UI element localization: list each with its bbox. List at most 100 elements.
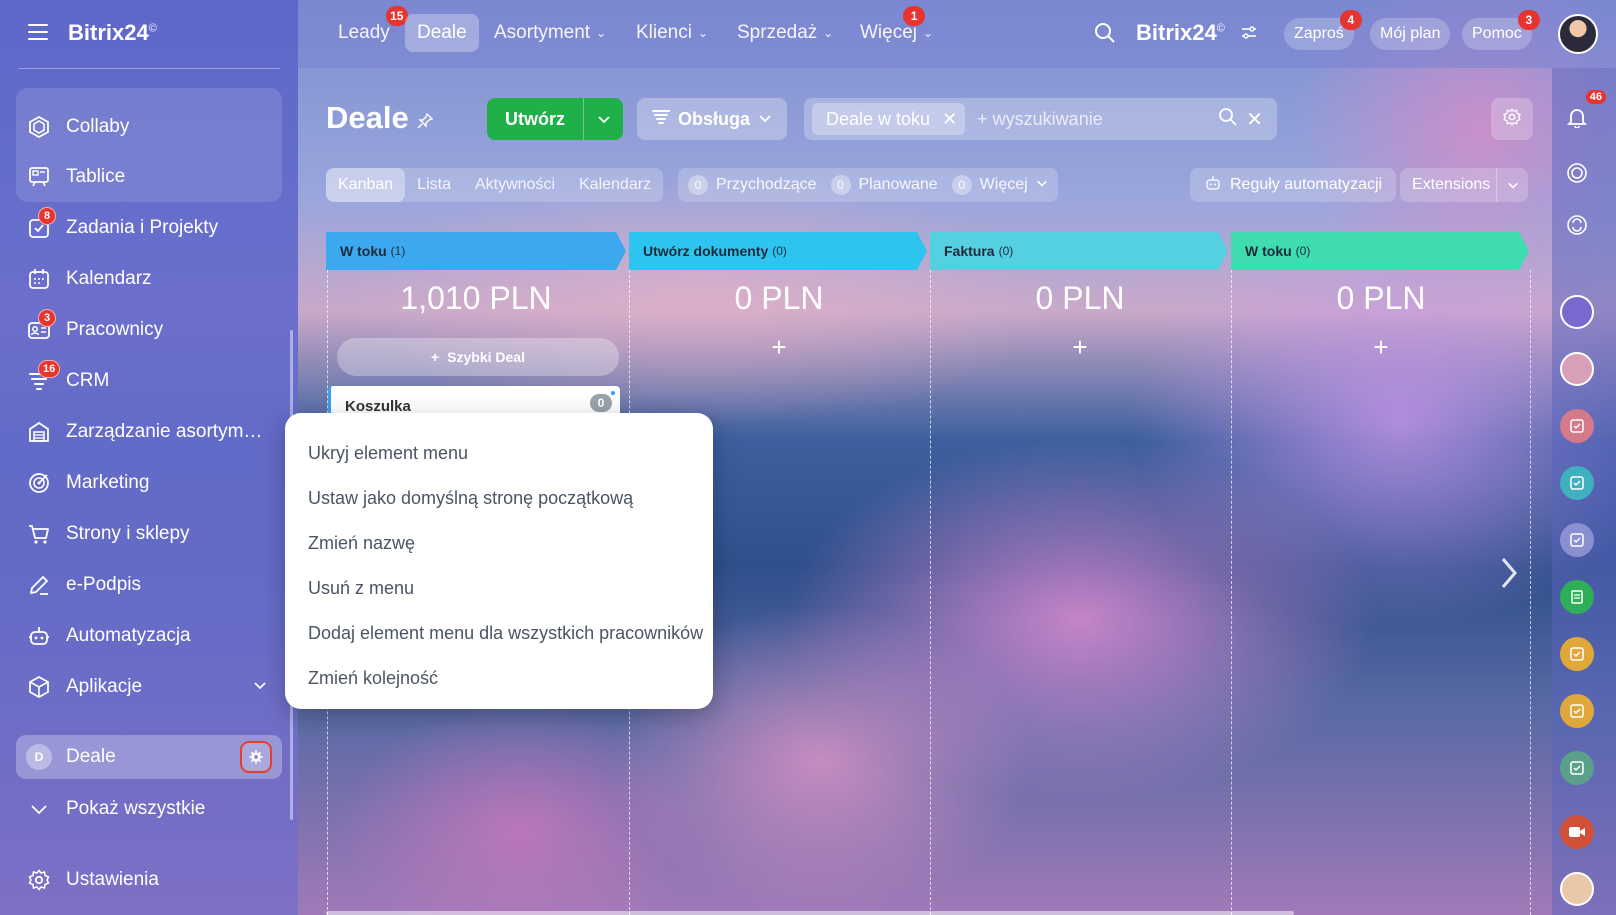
filter-chip[interactable]: Deale w toku ✕ [812,103,966,135]
task-check-icon[interactable] [1560,523,1594,557]
contact-avatar-icon[interactable] [1560,872,1594,906]
brand-logo: Bitrix24© [1136,20,1225,45]
extensions-button[interactable]: Extensions [1400,168,1528,202]
counter-planned[interactable]: 0 Planowane [830,175,938,195]
search-icon[interactable] [1094,22,1116,49]
view-lista[interactable]: Lista [405,168,463,202]
nav-klienci[interactable]: Klienci ⌄ [624,14,720,52]
kanban-horizontal-scrollbar[interactable] [326,911,1294,915]
menu-item-rename[interactable]: Zmień nazwę [285,521,713,566]
column-sum: 0 PLN [734,280,824,316]
chevron-down-icon[interactable] [1496,168,1528,202]
task-check-icon[interactable] [1560,409,1594,443]
sidebar-item-inventory[interactable]: Zarządzanie asortymen... [16,410,282,454]
context-menu: Ukryj element menu Ustaw jako domyślną s… [285,413,713,709]
sidebar-item-collaby[interactable]: Collaby [16,105,282,149]
target-icon[interactable] [1560,156,1594,190]
menu-item-set-default[interactable]: Ustaw jako domyślną stronę początkową [285,476,713,521]
user-avatar[interactable] [1558,14,1598,54]
nav-leady[interactable]: Leady 15 [326,6,408,52]
sidebar-item-kalendarz[interactable]: Kalendarz [16,257,282,301]
view-switcher: Kanban Lista Aktywności Kalendarz [326,168,664,202]
task-check-icon[interactable] [1560,751,1594,785]
kanban-settings-button[interactable] [1491,98,1533,140]
chevron-down-icon[interactable] [583,98,623,140]
column-header[interactable]: Utwórz dokumenty (0) [629,232,787,270]
sidebar-item-epodpis[interactable]: e-Podpis [16,563,282,607]
help-badge: 3 [1517,10,1540,30]
task-check-icon[interactable] [1560,694,1594,728]
menu-toggle-icon[interactable] [28,24,48,40]
nav-wiecej[interactable]: Więcej ⌄ 1 [848,6,945,52]
invite-button[interactable]: Zaproś 4 [1284,10,1362,50]
gear-icon[interactable] [240,741,272,773]
show-all-toggle[interactable]: Pokaż wszystkie [16,787,282,831]
column-header[interactable]: W toku (0) [1231,232,1310,270]
sidebar-item-label: Aplikacje [66,676,143,697]
close-icon[interactable]: ✕ [942,109,957,130]
chevron-down-icon: ⌄ [697,26,709,40]
view-kalendarz[interactable]: Kalendarz [567,168,663,202]
sidebar-item-strony[interactable]: Strony i sklepy [16,512,282,556]
sidebar-item-automatyzacja[interactable]: Automatyzacja [16,614,282,658]
column-header[interactable]: Faktura (0) [930,232,1013,270]
task-check-icon[interactable] [1560,466,1594,500]
nav-deale[interactable]: Deale [405,14,479,52]
pipeline-selector[interactable]: Obsługa [637,98,787,140]
contact-avatar-icon[interactable] [1560,295,1594,329]
automation-rules-button[interactable]: Reguły automatyzacji [1190,168,1397,202]
sidebar-header: Bitrix24© [0,0,298,68]
calendar-icon [26,266,52,292]
create-button[interactable]: Utwórz [487,98,623,140]
add-deal-button[interactable]: + [1231,332,1531,363]
sidebar-item-aplikacje[interactable]: Aplikacje [16,665,282,709]
sliders-icon[interactable] [1240,24,1258,47]
board-icon [26,164,52,190]
pin-icon[interactable] [416,112,434,135]
counter-incoming[interactable]: 0 Przychodzące [688,175,817,195]
chevron-right-icon[interactable] [1497,555,1521,596]
sidebar-item-ustawienia[interactable]: Ustawienia [16,858,282,902]
deal-card-counter: 0 [590,394,612,412]
my-plan-button[interactable]: Mój plan [1370,18,1451,50]
left-sidebar: Bitrix24© Collaby Tablice 8 Zadania i Pr… [0,0,298,915]
sidebar-item-label: e-Podpis [66,574,141,595]
nav-asortyment[interactable]: Asortyment ⌄ [482,14,618,52]
column-header[interactable]: W toku (1) [326,232,405,270]
sidebar-item-label: Pracownicy [66,319,164,340]
menu-item-reorder[interactable]: Zmień kolejność [285,656,713,701]
sidebar-logo[interactable]: Bitrix24© [68,20,157,46]
sidebar-item-crm[interactable]: 16 CRM [16,359,282,403]
sidebar-item-label: Automatyzacja [66,625,191,646]
sidebar-item-tablice[interactable]: Tablice [16,155,282,199]
chat-sync-icon[interactable] [1560,208,1594,242]
menu-item-add-for-all[interactable]: Dodaj element menu dla wszystkich pracow… [285,611,713,656]
search-input[interactable]: + wyszukiwanie [977,109,1218,130]
chevron-down-icon [758,109,772,130]
video-call-icon[interactable] [1560,815,1594,849]
view-kanban[interactable]: Kanban [326,168,406,202]
sidebar-item-zadania[interactable]: 8 Zadania i Projekty [16,206,282,250]
bell-icon[interactable]: 46 [1560,90,1606,134]
quick-deal-button[interactable]: + Szybki Deal [337,338,619,376]
search-icon[interactable] [1218,107,1238,132]
clear-icon[interactable]: ✕ [1246,107,1263,132]
view-aktywnosci[interactable]: Aktywności [463,168,567,202]
sidebar-item-marketing[interactable]: Marketing [16,461,282,505]
task-check-icon[interactable] [1560,637,1594,671]
chevron-down-icon[interactable] [252,677,268,698]
unread-dot [610,390,616,396]
counter-more[interactable]: 0 Więcej [951,175,1048,195]
contact-avatar-icon[interactable] [1560,352,1594,386]
document-icon[interactable] [1560,580,1594,614]
filter-search-bar[interactable]: Deale w toku ✕ + wyszukiwanie ✕ [804,98,1277,140]
sidebar-item-deale[interactable]: D Deale [16,735,282,779]
help-button[interactable]: Pomoc 3 [1462,10,1540,50]
add-deal-button[interactable]: + [629,332,929,363]
sidebar-item-label: CRM [66,370,110,391]
add-deal-button[interactable]: + [930,332,1230,363]
nav-sprzedaz[interactable]: Sprzedaż ⌄ [725,14,845,52]
menu-item-remove[interactable]: Usuń z menu [285,566,713,611]
sidebar-item-pracownicy[interactable]: 3 Pracownicy [16,308,282,352]
menu-item-hide[interactable]: Ukryj element menu [285,431,713,476]
